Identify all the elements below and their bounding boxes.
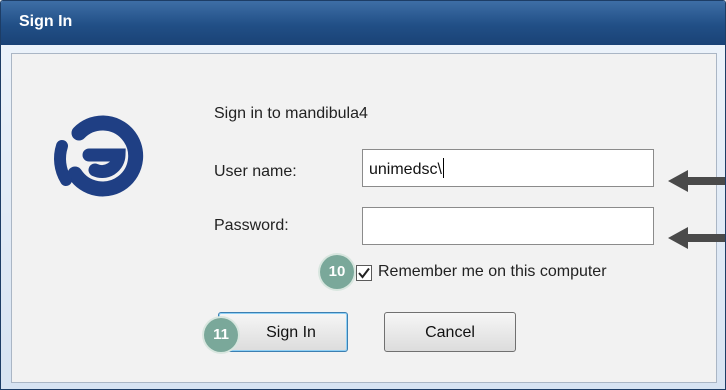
text-caret — [442, 158, 444, 178]
step-badge-signin: 11 — [204, 318, 238, 352]
username-label: User name: — [214, 163, 297, 180]
sign-in-prompt: Sign in to mandibula4 — [214, 105, 368, 122]
window-title: Sign In — [19, 13, 73, 30]
dialog-body: Sign in to mandibula4 User name: unimeds… — [11, 53, 725, 383]
sign-in-window: Sign In Sign in to mandibula4 User name:… — [0, 0, 726, 390]
g-logo-icon — [54, 115, 144, 197]
remember-me-label[interactable]: Remember me on this computer — [378, 263, 607, 281]
checkmark-icon — [358, 267, 370, 279]
password-label: Password: — [214, 217, 289, 234]
username-input[interactable]: unimedsc\ — [362, 149, 654, 187]
left-arrow-icon — [668, 227, 725, 249]
remember-me-checkbox[interactable] — [356, 265, 372, 281]
step-badge-remember: 10 — [320, 255, 354, 289]
username-value: unimedsc\ — [369, 161, 442, 178]
title-bar[interactable]: Sign In — [1, 1, 725, 45]
left-arrow-icon — [668, 170, 725, 192]
cancel-button[interactable]: Cancel — [384, 312, 516, 352]
password-input[interactable] — [362, 207, 654, 245]
